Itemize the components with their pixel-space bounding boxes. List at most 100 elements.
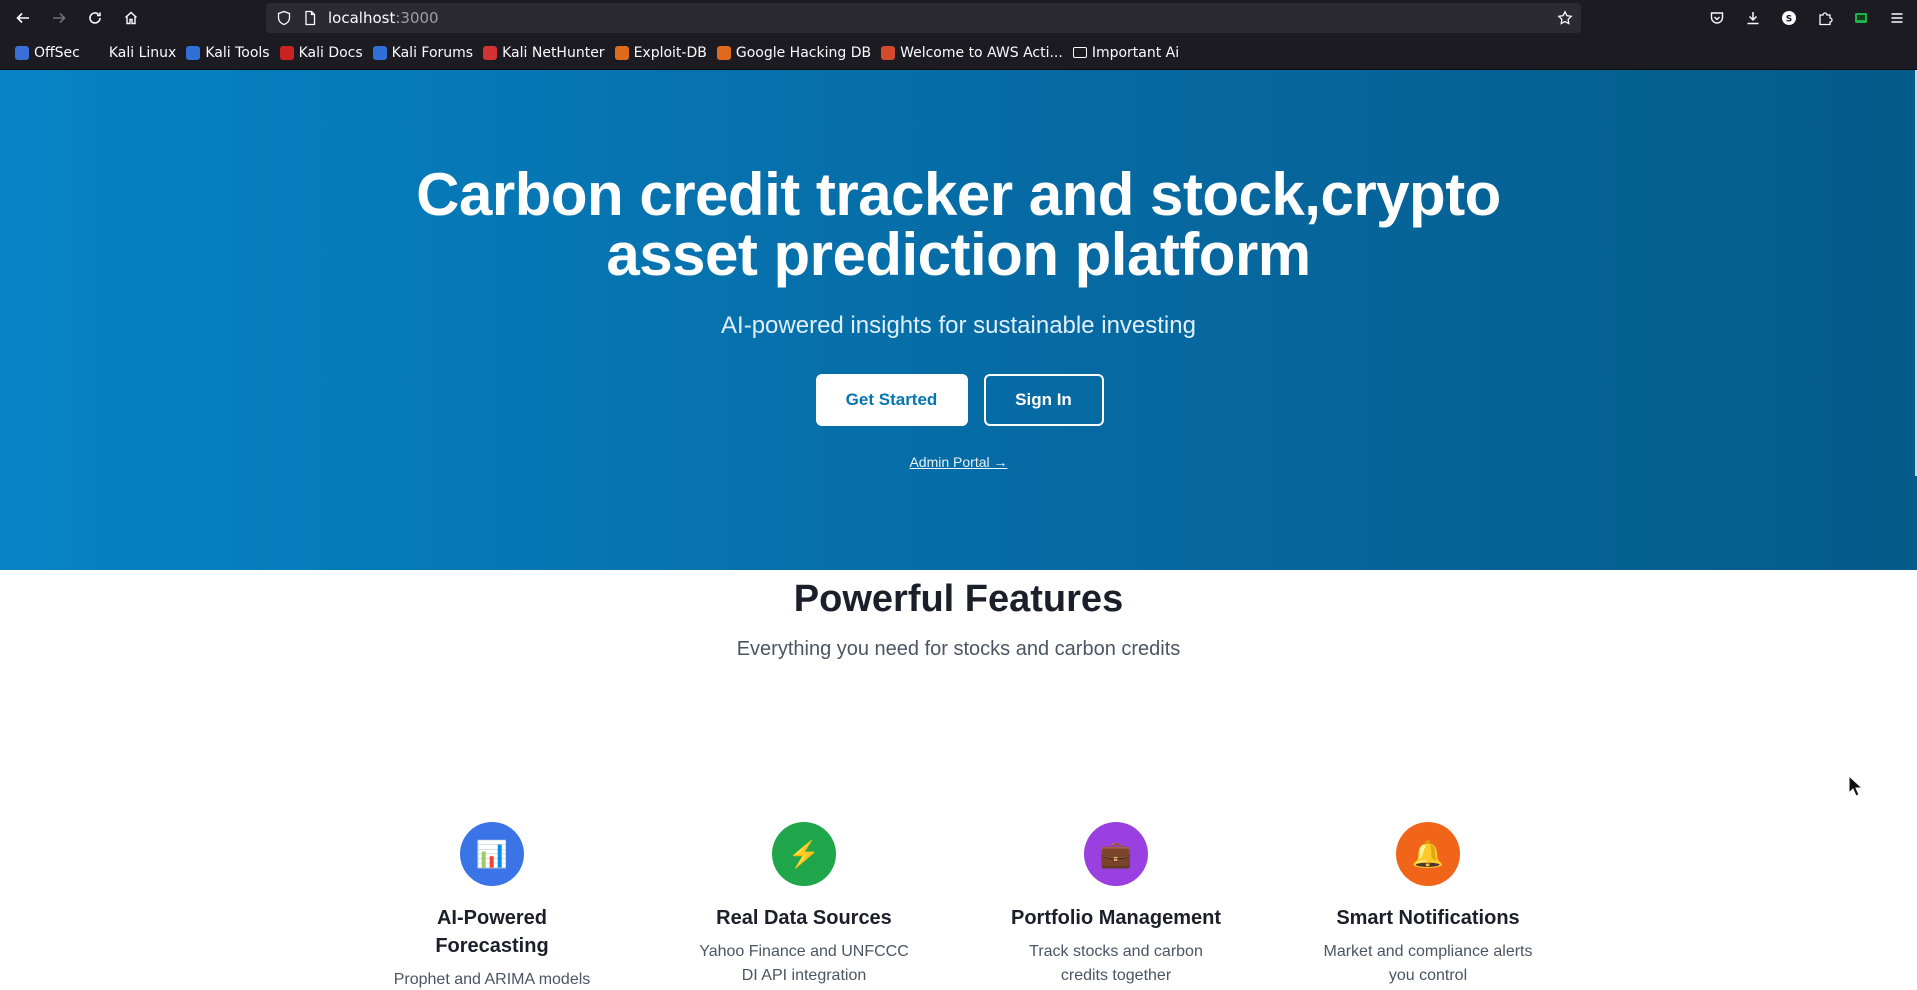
feature-card: ⚡ Real Data Sources Yahoo Finance and UNFC… [674,822,934,988]
account-button[interactable]: S [1771,0,1807,36]
hamburger-icon [1891,13,1903,23]
bookmark-label: Exploit-DB [633,44,707,61]
admin-portal-link[interactable]: Admin Portal → [0,454,1917,470]
url-host: localhost [328,9,396,27]
bookmark-label: Google Hacking DB [735,44,872,61]
toolbar-right: S [1699,0,1917,36]
folder-icon [1072,47,1087,58]
feature-description: Prophet and ARIMA models [362,968,622,990]
feature-card: 🔔 Smart Notifications Market and complianc… [1298,822,1558,988]
bookmark-label: Welcome to AWS Acti... [900,44,1063,61]
forward-arrow-icon [53,12,66,24]
feature-title: Portfolio Management [986,904,1246,932]
terminal-extension-button[interactable] [1843,0,1879,36]
feature-glyph: 📊 [475,838,509,869]
feature-glyph: 🔔 [1411,838,1445,869]
feature-title-line2: Forecasting [435,935,549,957]
reload-icon [89,12,101,24]
favicon-icon [881,45,896,60]
favicon-icon [279,45,294,60]
bookmark-item[interactable]: Kali Linux [85,41,181,65]
back-arrow-icon [16,12,29,24]
url-port: :3000 [395,9,439,27]
forward-button[interactable] [41,0,77,36]
bookmark-label: Kali Docs [298,44,363,61]
bookmark-item[interactable]: OffSec [10,41,85,65]
bookmark-label: Kali Tools [205,44,270,61]
bookmarks-bar: OffSec Kali Linux Kali Tools Kali Docs Kali … [0,36,1917,70]
bookmark-item[interactable]: Welcome to AWS Acti... [876,41,1068,65]
feature-description-line1: Market and compliance alerts [1323,943,1533,960]
page-content: Carbon credit tracker and stock,crypto a… [0,70,1917,990]
feature-description-line1: Track stocks and carbon [1029,943,1203,960]
feature-title-line1: Portfolio Management [1010,907,1221,929]
features-title: Powerful Features [793,578,1124,620]
sign-in-button[interactable]: Sign In [983,374,1104,426]
terminal-icon [1855,13,1867,23]
bookmark-star-icon[interactable] [1557,10,1573,26]
bookmark-label: Kali Forums [391,44,474,61]
lightning-icon: ⚡ [772,822,836,886]
svg-text:S: S [1786,15,1792,25]
briefcase-icon: 💼 [1084,822,1148,886]
favicon-icon [89,45,104,60]
favicon-icon [186,45,201,60]
feature-title-line1: AI-Powered [436,907,548,929]
favicon-icon [15,45,29,60]
bookmark-item[interactable]: Google Hacking DB [712,41,876,65]
favicon-icon [614,45,629,60]
hero-title-line2: asset prediction platform [606,221,1311,288]
feature-description-line2: credits together [1060,967,1172,984]
admin-portal-label[interactable]: Admin Portal → [909,454,1007,470]
puzzle-icon [1819,12,1833,26]
get-started-button[interactable]: Get Started [815,374,968,426]
feature-title: Smart Notifications [1298,904,1558,932]
feature-description: Yahoo Finance and UNFCCC DI API integrati… [674,940,934,988]
favicon-icon [372,45,387,60]
feature-description: Track stocks and carbon credits together [986,940,1246,988]
bookmark-item[interactable]: Kali Forums [368,41,478,65]
page-icon [302,10,318,26]
bookmark-item[interactable]: Exploit-DB [610,41,712,65]
bookmark-item[interactable]: Kali Docs [275,41,368,65]
hero-title-line1: Carbon credit tracker and stock,crypto [416,161,1501,228]
bookmark-item[interactable]: Important Ai [1068,41,1184,65]
browser-toolbar: localhost:3000 S [0,0,1917,36]
hero-subtitle: AI-powered insights for sustainable inve… [721,312,1196,339]
bookmark-label: Kali NetHunter [502,44,605,61]
download-icon [1747,12,1759,25]
reload-button[interactable] [77,0,113,36]
chart-icon: 📊 [460,822,524,886]
feature-description-line2: DI API integration [741,967,867,984]
hero-title: Carbon credit tracker and stock,crypto a… [0,165,1917,285]
feature-card: 💼 Portfolio Management Track stocks and ca… [986,822,1246,988]
menu-button[interactable] [1879,0,1915,36]
feature-description-line1: Prophet and ARIMA models [393,971,591,988]
bookmark-item[interactable]: Kali Tools [181,41,274,65]
feature-glyph: 💼 [1099,838,1133,869]
feature-description-line2: you control [1388,967,1468,984]
hero-buttons: Get Started Sign In [0,374,1917,426]
url-bar[interactable]: localhost:3000 [266,3,1581,33]
feature-description-line1: Yahoo Finance and UNFCCC [699,943,909,960]
bookmark-label: Kali Linux [108,44,177,61]
pocket-button[interactable] [1699,0,1735,36]
feature-description: Market and compliance alerts you control [1298,940,1558,988]
bookmark-item[interactable]: Kali NetHunter [478,41,609,65]
bookmark-label: OffSec [34,44,80,61]
feature-title: AI-Powered Forecasting [362,904,622,960]
hero-section: Carbon credit tracker and stock,crypto a… [0,70,1917,570]
account-icon: S [1782,11,1796,25]
downloads-button[interactable] [1735,0,1771,36]
shield-icon[interactable] [276,10,292,26]
mouse-cursor-icon [1848,775,1862,797]
feature-title: Real Data Sources [674,904,934,932]
favicon-icon [716,45,731,60]
url-text[interactable]: localhost:3000 [328,9,439,27]
bell-icon: 🔔 [1396,822,1460,886]
extensions-button[interactable] [1807,0,1843,36]
pocket-icon [1710,12,1724,24]
home-button[interactable] [113,0,149,36]
feature-card: 📊 AI-Powered Forecasting Prophet and ARIMA … [362,822,622,990]
back-button[interactable] [5,0,41,36]
